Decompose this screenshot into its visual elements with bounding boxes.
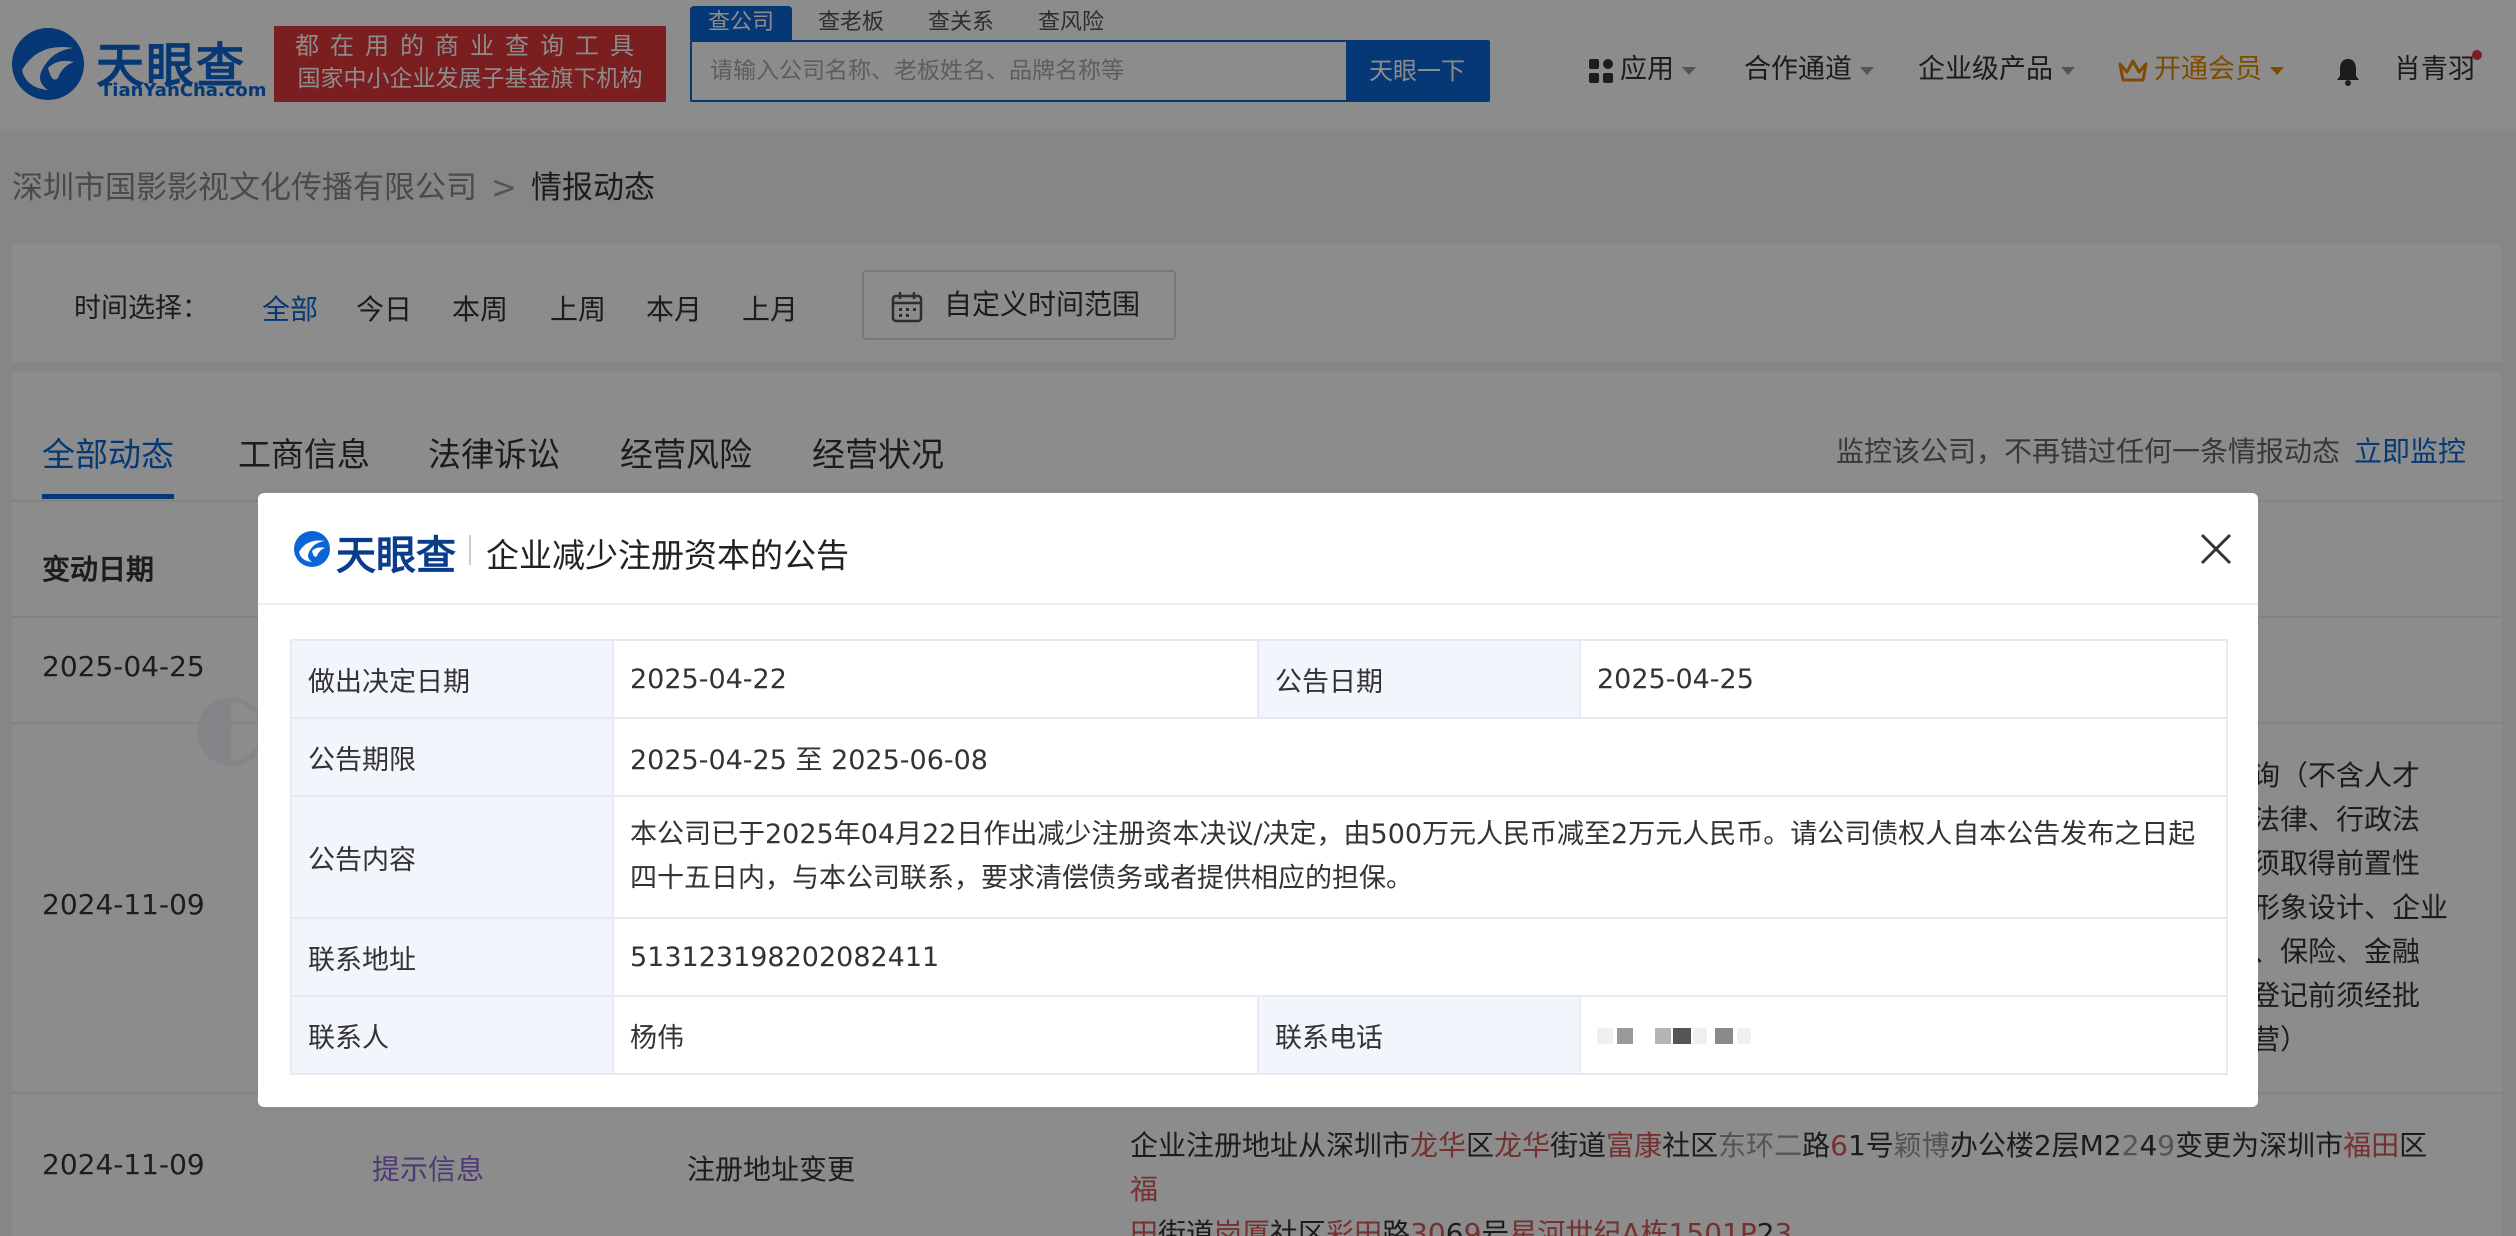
period-label: 公告期限 — [290, 717, 614, 797]
modal-title: 企业减少注册资本的公告 — [486, 536, 849, 575]
period-value: 2025-04-25 至 2025-06-08 — [612, 717, 2228, 797]
phone-label: 联系电话 — [1257, 995, 1581, 1075]
announce-date-label: 公告日期 — [1257, 639, 1581, 719]
announce-date-value: 2025-04-25 — [1579, 639, 2228, 719]
masked-phone-icon — [1597, 1028, 1751, 1044]
contact-value: 杨伟 — [612, 995, 1259, 1075]
announcement-modal: 天眼查 企业减少注册资本的公告 做出决定日期 2025-04-22 公告日期 2… — [258, 493, 2258, 1107]
divider — [469, 535, 471, 565]
table-row: 联系人 杨伟 联系电话 — [290, 995, 2228, 1075]
content-label: 公告内容 — [290, 795, 614, 919]
content-value: 本公司已于2025年04月22日作出减少注册资本决议/决定，由500万元人民币减… — [612, 795, 2228, 919]
table-row: 联系地址 513123198202082411 — [290, 917, 2228, 997]
phone-value — [1579, 995, 2228, 1075]
table-row: 做出决定日期 2025-04-22 公告日期 2025-04-25 — [290, 639, 2228, 719]
table-row: 公告内容 本公司已于2025年04月22日作出减少注册资本决议/决定，由500万… — [290, 795, 2228, 919]
address-label: 联系地址 — [290, 917, 614, 997]
modal-logo-text: 天眼查 — [336, 533, 456, 579]
contact-label: 联系人 — [290, 995, 614, 1075]
close-icon[interactable] — [2196, 529, 2236, 569]
table-row: 公告期限 2025-04-25 至 2025-06-08 — [290, 717, 2228, 797]
address-value: 513123198202082411 — [612, 917, 2228, 997]
modal-header: 天眼查 企业减少注册资本的公告 — [258, 493, 2258, 605]
modal-logo-eye-icon — [294, 531, 330, 567]
decision-date-value: 2025-04-22 — [612, 639, 1259, 719]
announcement-table: 做出决定日期 2025-04-22 公告日期 2025-04-25 公告期限 2… — [290, 639, 2228, 1075]
decision-date-label: 做出决定日期 — [290, 639, 614, 719]
